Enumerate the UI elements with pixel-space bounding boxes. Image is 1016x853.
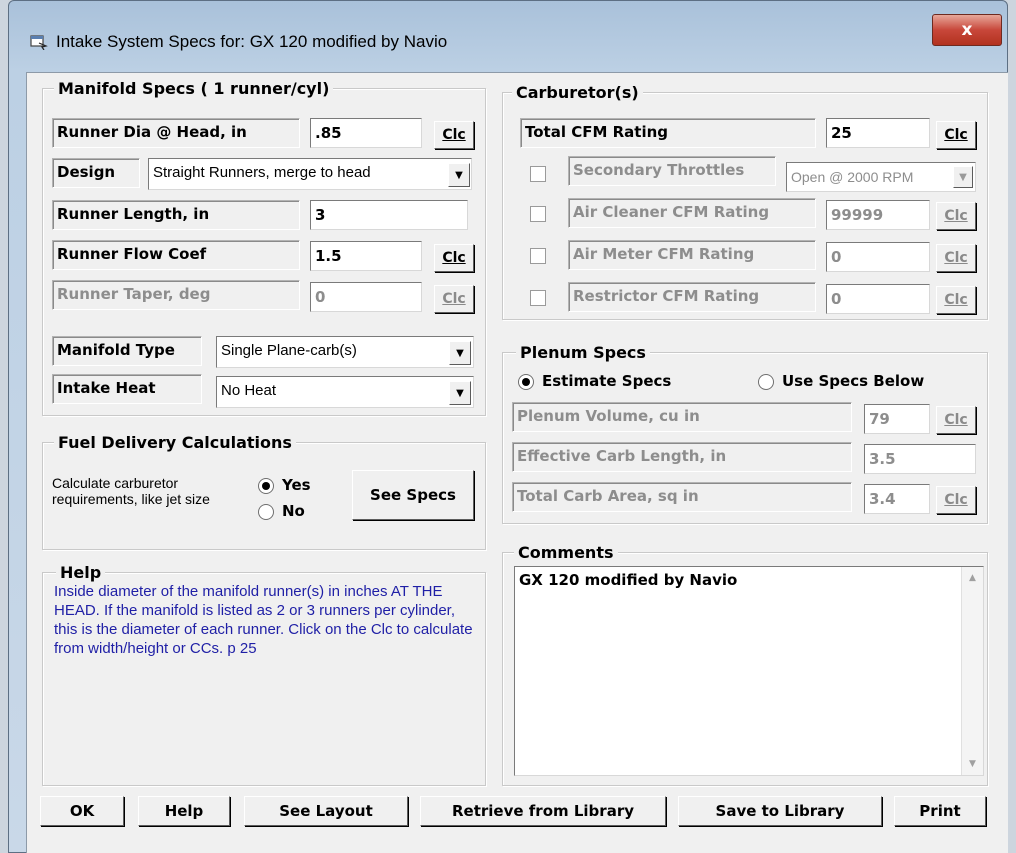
chevron-down-icon: ▼: [456, 347, 464, 359]
runner-flow-clc-button[interactable]: Clc: [434, 244, 474, 272]
ok-button[interactable]: OK: [40, 796, 124, 826]
fuel-delivery-description: Calculate carburetor requirements, like …: [52, 475, 210, 507]
print-button[interactable]: Print: [894, 796, 986, 826]
secondary-throttles-label: Secondary Throttles: [568, 156, 776, 186]
comments-textarea[interactable]: GX 120 modified by Navio ▲ ▼: [514, 566, 984, 776]
secondary-throttles-dropdown-button[interactable]: ▼: [953, 166, 973, 188]
design-dropdown-button[interactable]: ▼: [448, 163, 470, 187]
runner-dia-clc-button[interactable]: Clc: [434, 121, 474, 149]
air-meter-input[interactable]: 0: [826, 242, 930, 272]
carb-length-label: Effective Carb Length, in: [512, 442, 852, 472]
manifold-specs-legend: Manifold Specs ( 1 runner/cyl): [54, 80, 334, 98]
see-layout-button[interactable]: See Layout: [244, 796, 408, 826]
plenum-volume-clc-button[interactable]: Clc: [936, 406, 976, 434]
see-specs-button[interactable]: See Specs: [352, 470, 474, 520]
estimate-specs-label: Estimate Specs: [542, 372, 672, 390]
save-to-library-button[interactable]: Save to Library: [678, 796, 882, 826]
title-bar[interactable]: Intake System Specs for: GX 120 modified…: [20, 22, 950, 62]
air-meter-checkbox[interactable]: [530, 248, 546, 264]
manifold-type-select[interactable]: Single Plane-carb(s): [216, 336, 474, 368]
retrieve-from-library-button[interactable]: Retrieve from Library: [420, 796, 666, 826]
total-cfm-input[interactable]: 25: [826, 118, 930, 148]
help-button[interactable]: Help: [138, 796, 230, 826]
estimate-specs-radio[interactable]: [518, 374, 534, 390]
chevron-down-icon: ▼: [455, 169, 463, 181]
carb-length-input[interactable]: 3.5: [864, 444, 976, 474]
carb-area-input[interactable]: 3.4: [864, 484, 930, 514]
window-app-icon: [30, 35, 48, 50]
use-specs-below-label: Use Specs Below: [782, 372, 925, 390]
intake-heat-dropdown-button[interactable]: ▼: [449, 381, 471, 405]
fuel-no-label: No: [282, 502, 305, 520]
design-label: Design: [52, 158, 140, 188]
window-title: Intake System Specs for: GX 120 modified…: [56, 32, 448, 51]
intake-heat-select[interactable]: No Heat: [216, 376, 474, 408]
restrictor-input[interactable]: 0: [826, 284, 930, 314]
air-meter-label: Air Meter CFM Rating: [568, 240, 816, 270]
restrictor-clc-button[interactable]: Clc: [936, 286, 976, 314]
total-cfm-clc-button[interactable]: Clc: [936, 121, 976, 149]
close-icon: x: [961, 20, 973, 40]
air-meter-clc-button[interactable]: Clc: [936, 244, 976, 272]
air-cleaner-checkbox[interactable]: [530, 206, 546, 222]
plenum-volume-label: Plenum Volume, cu in: [512, 402, 852, 432]
total-cfm-label: Total CFM Rating: [520, 118, 816, 148]
comments-legend: Comments: [514, 544, 618, 562]
scroll-down-icon[interactable]: ▼: [969, 759, 976, 769]
runner-dia-input[interactable]: .85: [310, 118, 422, 148]
scroll-up-icon[interactable]: ▲: [969, 573, 976, 583]
carb-area-label: Total Carb Area, sq in: [512, 482, 852, 512]
restrictor-label: Restrictor CFM Rating: [568, 282, 816, 312]
plenum-volume-input[interactable]: 79: [864, 404, 930, 434]
carb-area-clc-button[interactable]: Clc: [936, 486, 976, 514]
chevron-down-icon: ▼: [959, 171, 967, 183]
air-cleaner-clc-button[interactable]: Clc: [936, 202, 976, 230]
intake-heat-label: Intake Heat: [52, 374, 202, 404]
design-select[interactable]: Straight Runners, merge to head: [148, 158, 472, 190]
comments-scrollbar[interactable]: ▲ ▼: [961, 567, 983, 775]
runner-length-label: Runner Length, in: [52, 200, 300, 230]
manifold-type-label: Manifold Type: [52, 336, 202, 366]
close-button[interactable]: x: [932, 14, 1002, 46]
chevron-down-icon: ▼: [456, 387, 464, 399]
secondary-throttles-select[interactable]: Open @ 2000 RPM: [786, 162, 976, 192]
runner-length-input[interactable]: 3: [310, 200, 468, 230]
fuel-yes-label: Yes: [282, 476, 311, 494]
plenum-specs-legend: Plenum Specs: [516, 344, 650, 362]
help-legend: Help: [56, 564, 106, 582]
restrictor-checkbox[interactable]: [530, 290, 546, 306]
fuel-no-radio[interactable]: [258, 504, 274, 520]
runner-taper-label: Runner Taper, deg: [52, 280, 300, 310]
runner-flow-label: Runner Flow Coef: [52, 240, 300, 270]
runner-dia-label: Runner Dia @ Head, in: [52, 118, 300, 148]
secondary-throttles-checkbox[interactable]: [530, 166, 546, 182]
help-text: Inside diameter of the manifold runner(s…: [54, 583, 473, 657]
carburetor-legend: Carburetor(s): [512, 84, 643, 102]
use-specs-below-radio[interactable]: [758, 374, 774, 390]
fuel-delivery-legend: Fuel Delivery Calculations: [54, 434, 296, 452]
comments-text: GX 120 modified by Navio: [519, 571, 738, 589]
runner-taper-input[interactable]: 0: [310, 282, 422, 312]
manifold-type-dropdown-button[interactable]: ▼: [449, 341, 471, 365]
air-cleaner-input[interactable]: 99999: [826, 200, 930, 230]
fuel-yes-radio[interactable]: [258, 478, 274, 494]
air-cleaner-label: Air Cleaner CFM Rating: [568, 198, 816, 228]
runner-flow-input[interactable]: 1.5: [310, 241, 422, 271]
runner-taper-clc-button[interactable]: Clc: [434, 285, 474, 313]
